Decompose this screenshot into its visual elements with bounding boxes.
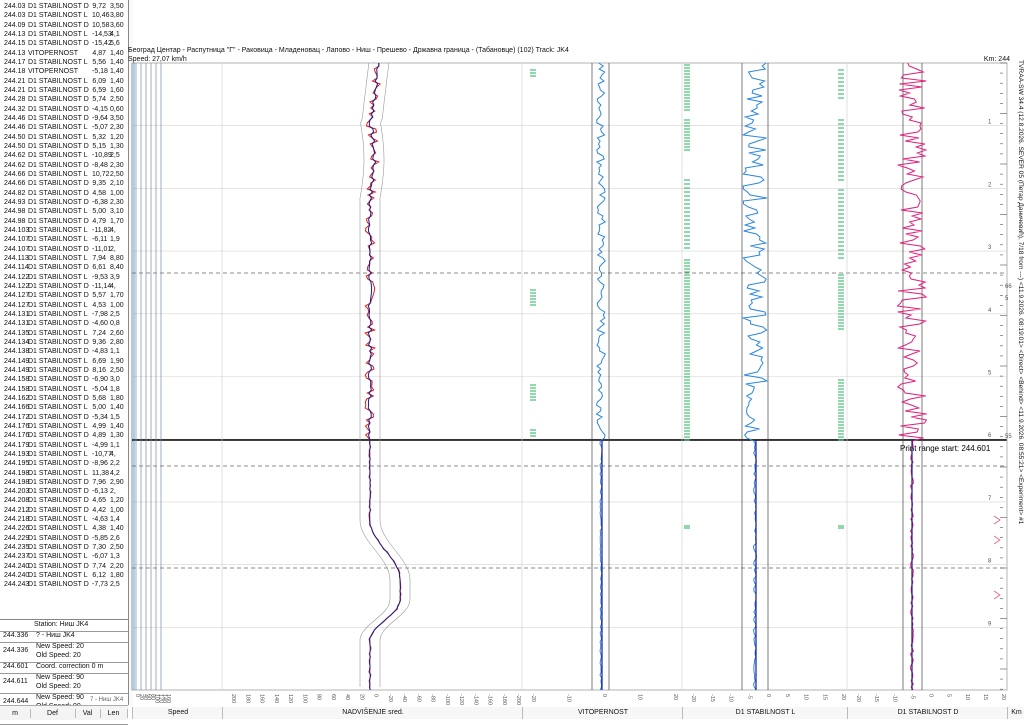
nadv-scale-label: -40 (401, 694, 407, 702)
track-chart[interactable]: Print range start: 244.60112345678955566… (0, 0, 1024, 719)
stab-d-scale-label: -20 (855, 694, 861, 702)
nadv-scale-label: -180 (501, 694, 507, 705)
side-info: TVRAA-SW 34.4 (12.8.2026. SEVER 05 (Пета… (1014, 60, 1024, 715)
stab-d-scale-label: 15 (982, 694, 988, 700)
stab-l-scale-label: -15 (709, 694, 715, 702)
nadv-scale-label: 140 (273, 694, 279, 703)
stab-l-scale-label: -5 (746, 694, 752, 699)
stab-d-scale-label: 20 (1000, 694, 1006, 700)
km-mark: 3 (988, 245, 992, 251)
stab-d-scale-label: 10 (964, 694, 970, 700)
stab-l-scale-label: 20 (840, 694, 846, 700)
stab-d-scale-label: -5 (909, 694, 915, 699)
curve-marker (993, 535, 1001, 545)
stab-l-scale-label: 15 (821, 694, 827, 700)
nadv-scale-label: 0 (373, 694, 379, 697)
stab-l-scale-label: 5 (784, 694, 790, 697)
speed-scale-label: 160 (165, 694, 171, 703)
footer-stab-l[interactable]: D1 STABILNOST L (682, 707, 848, 719)
footer-km[interactable]: Km (1007, 707, 1024, 719)
nadv-scale-label: -20 (387, 694, 393, 702)
footer-speed[interactable]: Speed (132, 707, 223, 719)
km-mark: 5 (988, 371, 992, 377)
nadv-scale-label: 20 (358, 694, 364, 700)
nadv-scale-label: 160 (259, 694, 265, 703)
nadv-scale-label: 180 (244, 694, 250, 703)
curve-marker (993, 590, 1001, 600)
km-mark: 2 (988, 182, 992, 188)
nadv-scale-label: 100 (301, 694, 307, 703)
nadv-scale-label: -80 (430, 694, 436, 702)
vito-scale-label: -20 (530, 694, 536, 702)
curve-marker (993, 515, 1001, 525)
nadv-scale-label: 60 (330, 694, 336, 700)
stab-l-scale-label: -10 (728, 694, 734, 702)
nadv-scale-label: 80 (316, 694, 322, 700)
nadv-scale-label: -120 (458, 694, 464, 705)
stab-d-scale-label: 0 (928, 694, 934, 697)
km-mark: 6 (988, 433, 992, 439)
vito-scale-label: 10 (637, 694, 643, 700)
vito-scale-label: -10 (566, 694, 572, 702)
nadv-scale-label: -160 (487, 694, 493, 705)
footer-vitopernost[interactable]: VITOPERNOST (522, 707, 683, 719)
km-mark: 9 (988, 621, 992, 627)
km-mark: 4 (988, 308, 992, 314)
stab-d-scale-label: -15 (873, 694, 879, 702)
nadv-scale-label: -140 (472, 694, 478, 705)
stab-d-scale-label: 5 (946, 694, 952, 697)
vito-scale-label: 0 (601, 694, 607, 697)
nadv-scale-label: 120 (287, 694, 293, 703)
nadv-scale-label: -100 (444, 694, 450, 705)
print-range-label: Print range start: 244.601 (900, 444, 991, 453)
recording-info: TVRAA-SW 34.4 (12.8.2026. SEVER 05 (Пета… (1017, 60, 1024, 525)
nadv-tolerance (359, 62, 391, 687)
km-mark: 8 (988, 559, 992, 565)
stab-l-scale-label: 0 (765, 694, 771, 697)
nadv-scale-label: -200 (515, 694, 521, 705)
nadv-scale-label: 200 (230, 694, 236, 703)
vito-scale-label: 20 (672, 694, 678, 700)
footer-stab-d[interactable]: D1 STABILNOST D (847, 707, 1008, 719)
footer-nadvisenje[interactable]: NADVIŠENJE sred. (222, 707, 523, 719)
nadv-scale-label: 40 (344, 694, 350, 700)
km-mark: 7 (988, 496, 992, 502)
stab-l-scale-label: 10 (803, 694, 809, 700)
side-mark: 5 (1005, 296, 1009, 302)
nadv-tolerance (379, 62, 411, 687)
stab-d-scale-label: -10 (891, 694, 897, 702)
km-mark: 1 (988, 120, 992, 126)
stab-l-scale-label: -20 (690, 694, 696, 702)
nadv-scale-label: -60 (415, 694, 421, 702)
side-mark: 55 (1005, 434, 1012, 440)
side-mark: 66 (1005, 284, 1012, 290)
